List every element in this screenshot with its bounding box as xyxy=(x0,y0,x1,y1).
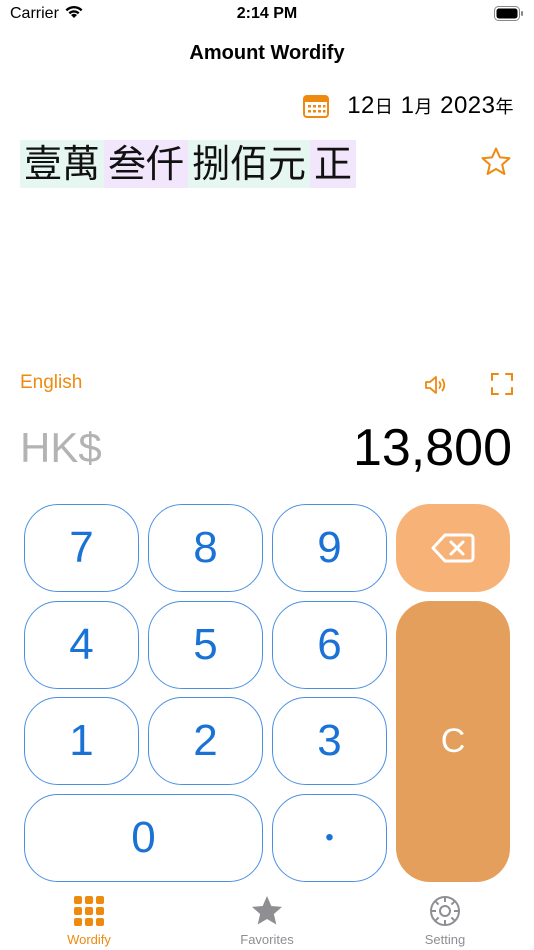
word-segment: 捌佰元 xyxy=(188,140,311,188)
tab-wordify[interactable]: Wordify xyxy=(0,884,178,950)
date-picker[interactable]: 12日 1月 2023年 xyxy=(303,92,514,120)
speaker-icon[interactable] xyxy=(424,374,450,396)
backspace-button[interactable] xyxy=(396,504,510,592)
calendar-icon xyxy=(303,95,330,118)
key-decimal[interactable]: • xyxy=(272,794,387,882)
key-8[interactable]: 8 xyxy=(148,504,263,592)
gear-icon xyxy=(430,896,460,926)
tab-label: Setting xyxy=(424,932,466,947)
key-6[interactable]: 6 xyxy=(272,601,387,689)
date-year-unit: 年 xyxy=(495,97,514,117)
key-3[interactable]: 3 xyxy=(272,697,387,785)
amount-display: 13,800 xyxy=(352,419,512,477)
wordified-amount: 壹萬 叁仟 捌佰元 正 xyxy=(20,140,357,188)
tab-favorites[interactable]: Favorites xyxy=(178,884,356,950)
date-day-unit: 日 xyxy=(374,97,394,117)
key-7[interactable]: 7 xyxy=(24,504,139,592)
tab-label: Favorites xyxy=(240,932,294,947)
key-0[interactable]: 0 xyxy=(24,794,263,882)
language-toggle[interactable]: English xyxy=(20,372,82,394)
key-1[interactable]: 1 xyxy=(24,697,139,785)
status-bar: Carrier 2:14 PM xyxy=(0,0,534,30)
tab-bar: Wordify Favorites Setting xyxy=(0,884,534,950)
date-year: 2023 xyxy=(440,92,496,119)
tab-setting[interactable]: Setting xyxy=(356,884,534,950)
key-4[interactable]: 4 xyxy=(24,601,139,689)
clear-button[interactable]: C xyxy=(396,601,510,882)
key-9[interactable]: 9 xyxy=(272,504,387,592)
grid-icon xyxy=(74,896,104,926)
key-2[interactable]: 2 xyxy=(148,697,263,785)
currency-label[interactable]: HK$ xyxy=(20,424,102,472)
page-title: Amount Wordify xyxy=(189,42,345,64)
date-month: 1 xyxy=(400,92,415,119)
star-icon xyxy=(252,896,282,925)
date-month-unit: 月 xyxy=(414,97,433,117)
tab-label: Wordify xyxy=(67,932,111,947)
clock: 2:14 PM xyxy=(236,5,298,22)
date-text: 12日 1月 2023年 xyxy=(347,92,514,120)
favorite-star-icon[interactable] xyxy=(480,146,512,178)
word-segment: 叁仟 xyxy=(104,140,189,188)
word-segment: 正 xyxy=(310,140,357,188)
key-5[interactable]: 5 xyxy=(148,601,263,689)
fullscreen-icon[interactable] xyxy=(490,372,514,396)
battery-icon xyxy=(494,6,523,21)
date-day: 12 xyxy=(347,92,375,119)
backspace-icon xyxy=(431,533,475,563)
word-segment: 壹萬 xyxy=(20,140,105,188)
